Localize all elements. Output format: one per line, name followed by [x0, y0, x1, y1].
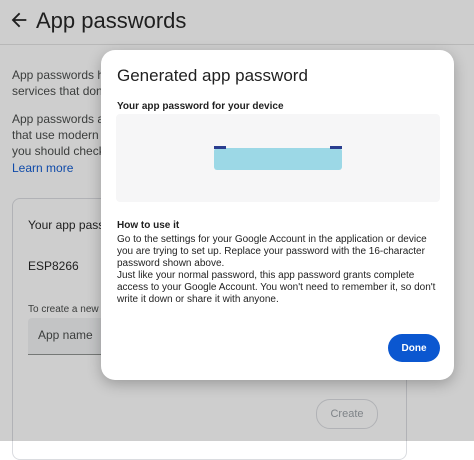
security-paragraph: Just like your normal password, this app… — [117, 270, 436, 305]
how-to-use-heading: How to use it — [117, 220, 180, 231]
redacted-password — [214, 146, 342, 170]
password-display-box — [116, 114, 440, 202]
done-button[interactable]: Done — [388, 334, 440, 362]
dialog-title: Generated app password — [117, 66, 308, 85]
dialog-subtitle: Your app password for your device — [117, 101, 284, 112]
instructions-paragraph: Go to the settings for your Google Accou… — [117, 234, 427, 269]
generated-password-dialog: Generated app password Your app password… — [101, 50, 454, 380]
